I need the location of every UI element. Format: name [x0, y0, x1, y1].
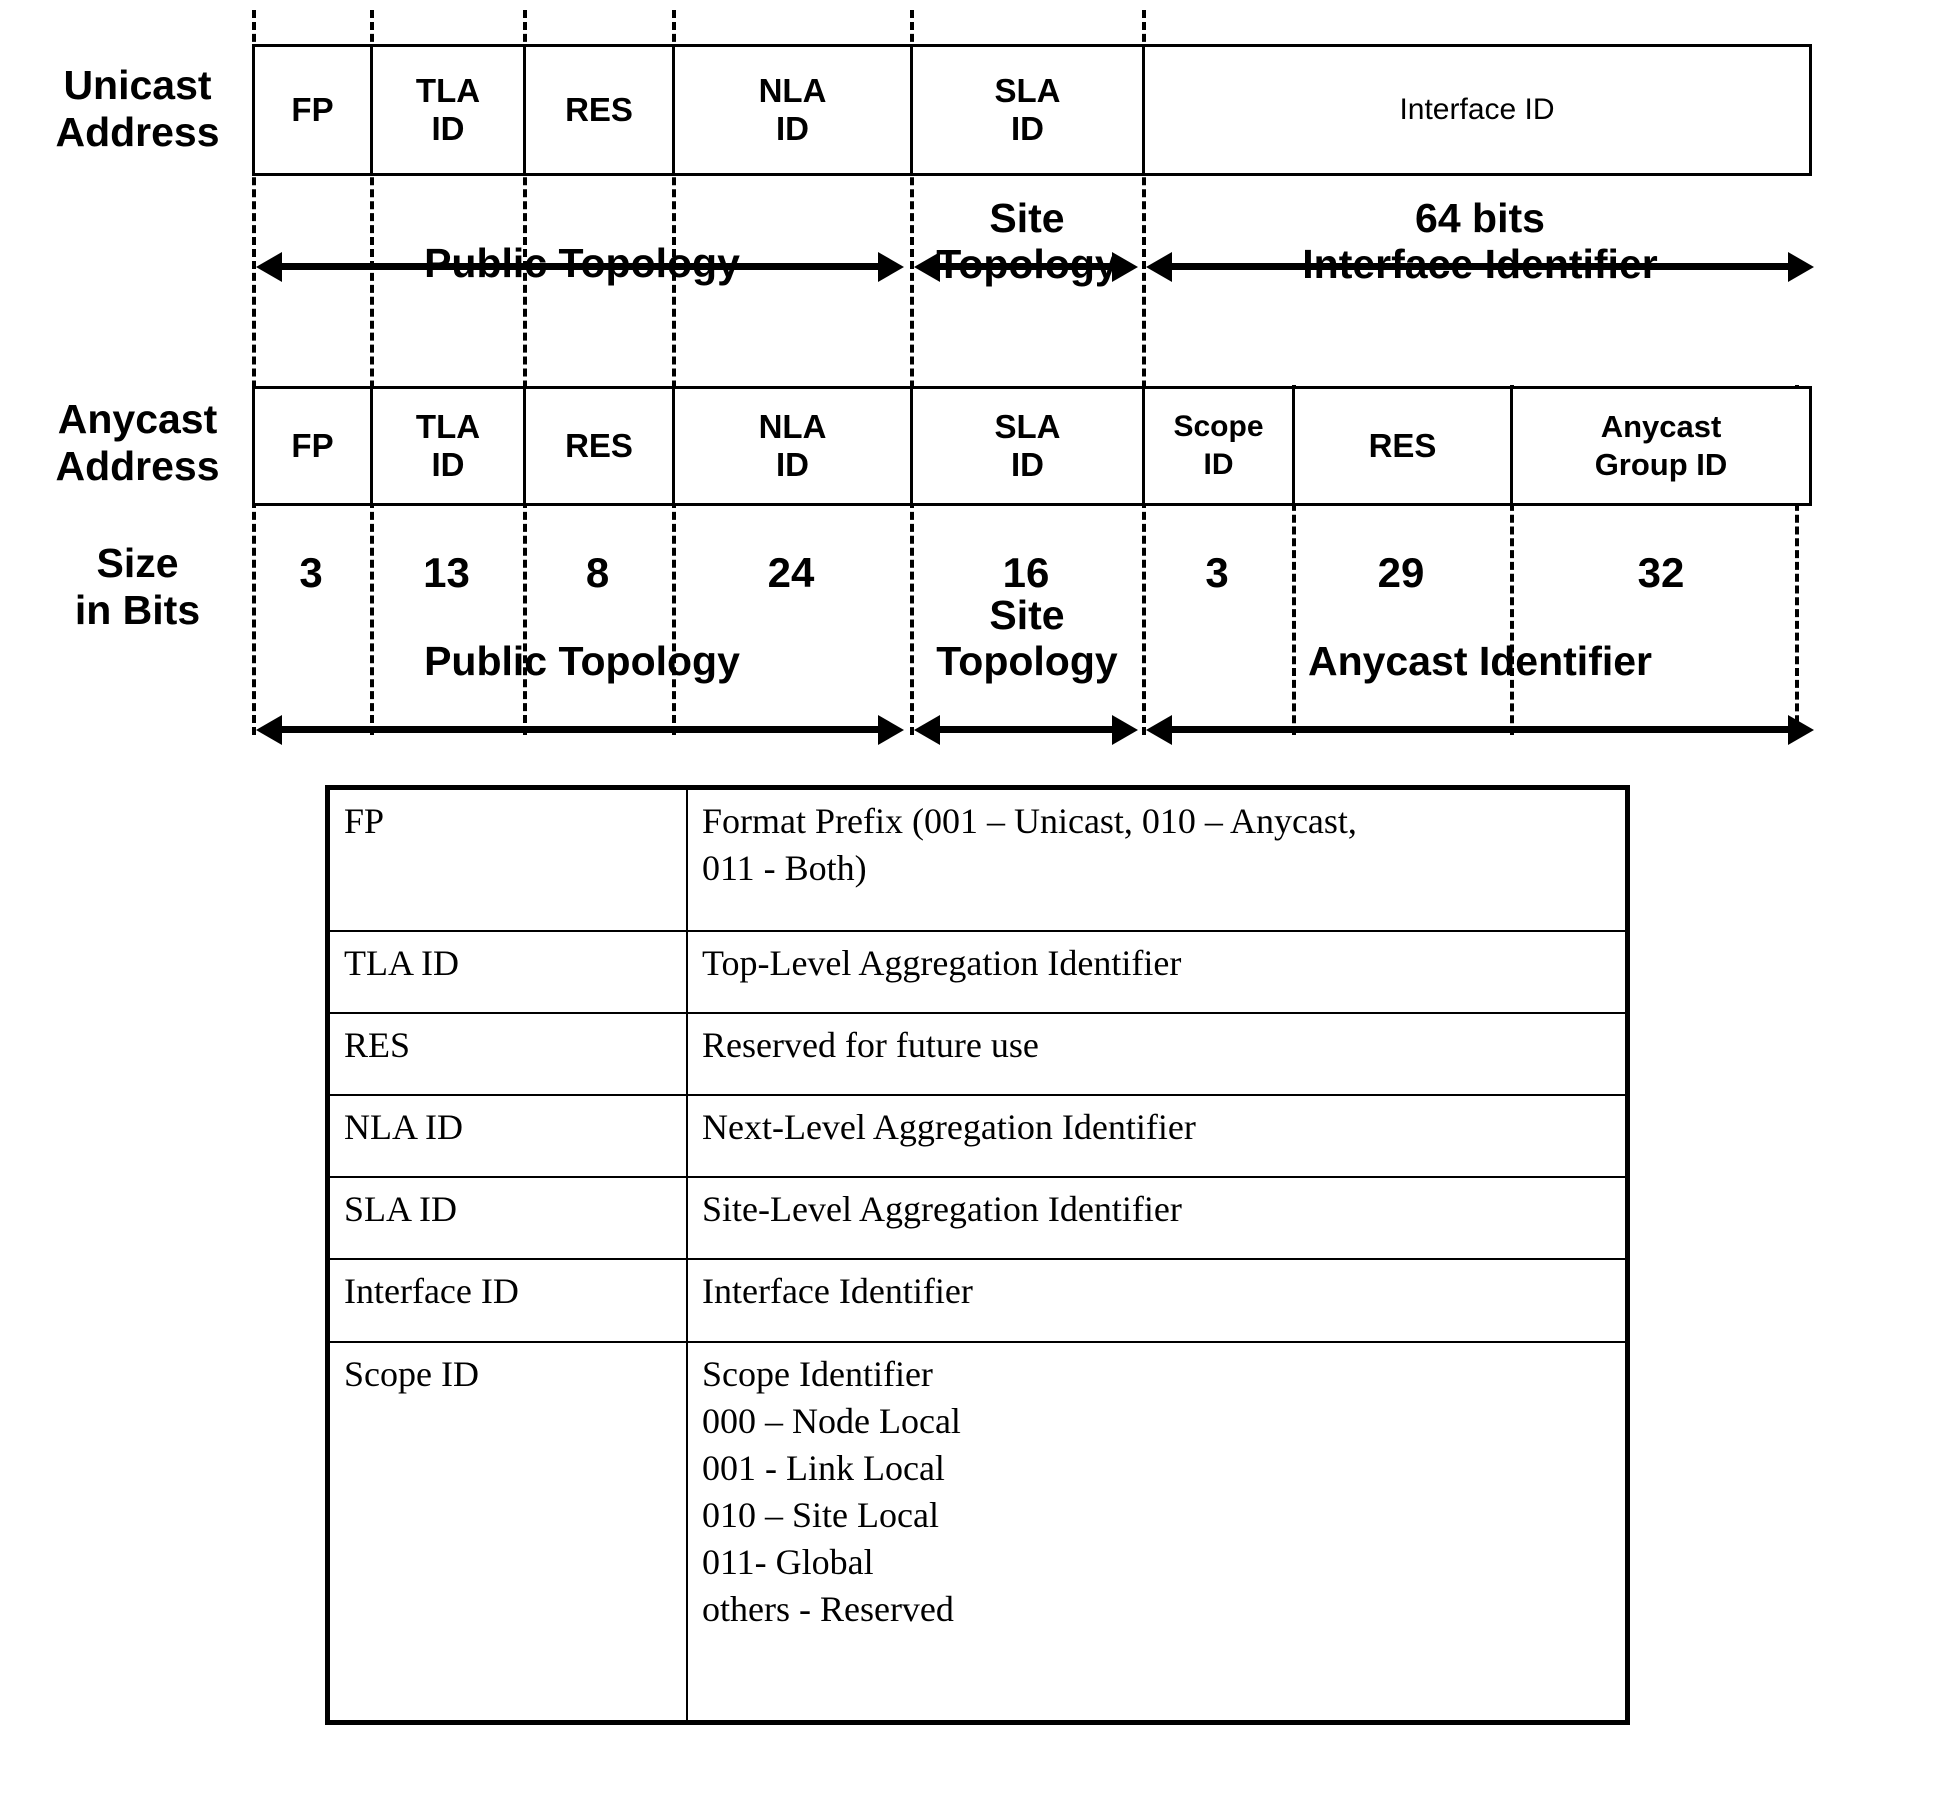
size-value-tla-id: 13	[423, 549, 470, 596]
legend-key-interface-id: Interface ID	[328, 1258, 688, 1343]
legend-row-tla-id: TLA ID Top-Level Aggregation Identifier	[328, 929, 1627, 1014]
size-value-nla-id: 24	[767, 549, 815, 596]
legend-key-res: RES	[328, 1011, 688, 1097]
legend-desc-nla-id: Next-Level Aggregation Identifier	[686, 1093, 1627, 1179]
unicast-span-arrow-site-topology	[914, 250, 1138, 284]
legend-row-interface-id: Interface ID Interface Identifier	[328, 1258, 1627, 1343]
legend-desc-fp: Format Prefix (001 – Unicast, 010 – Anyc…	[686, 788, 1627, 932]
anycast-span-label-anycast-identifier: Anycast Identifier	[1307, 638, 1653, 684]
anycast-span-arrow-anycast-identifier	[1146, 713, 1814, 747]
size-value-scope-id: 3	[1205, 549, 1229, 596]
legend-row-sla-id: SLA ID Site-Level Aggregation Identifier	[328, 1176, 1627, 1261]
anycast-span-arrow-site-topology	[914, 713, 1138, 747]
anycast-span-label-site-topology: Site Topology	[936, 592, 1118, 684]
legend-desc-scope-id: Scope Identifier 000 – Node Local 001 - …	[686, 1340, 1627, 1723]
unicast-cell-interface-id: Interface ID	[1399, 93, 1555, 126]
unicast-span-arrow-public-topology	[256, 250, 904, 284]
anycast-cell-res-2: RES	[1295, 389, 1513, 503]
arrow-head-right-icon	[878, 715, 904, 745]
legend-row-fp: FP Format Prefix (001 – Unicast, 010 – A…	[328, 788, 1627, 932]
anycast-span-label-public-topology: Public Topology	[424, 638, 740, 684]
unicast-cell-nla-id: NLA ID	[675, 47, 913, 173]
arrow-head-right-icon	[1788, 715, 1814, 745]
row-label-unicast: Unicast Address	[55, 62, 220, 155]
anycast-span-arrow-public-topology	[256, 713, 904, 747]
legend-key-tla-id: TLA ID	[328, 929, 688, 1014]
legend-desc-res: Reserved for future use	[686, 1011, 1627, 1097]
row-label-size-in-bits: Size in Bits	[74, 540, 201, 633]
arrow-shaft	[272, 726, 888, 733]
legend-row-res: RES Reserved for future use	[328, 1011, 1627, 1097]
size-value-anycast-group-id: 32	[1637, 549, 1685, 596]
legend-table: FP Format Prefix (001 – Unicast, 010 – A…	[328, 788, 1627, 1723]
arrow-shaft	[272, 263, 888, 270]
anycast-address-row: FP TLA ID RES NLA ID SLA ID Scope ID RES…	[252, 386, 1812, 506]
legend-desc-interface-id: Interface Identifier	[686, 1258, 1627, 1343]
unicast-cell-fp: FP	[255, 47, 373, 173]
unicast-span-arrow-interface-identifier	[1146, 250, 1814, 284]
anycast-cell-sla-id: SLA ID	[913, 389, 1145, 503]
legend-desc-tla-id: Top-Level Aggregation Identifier	[686, 929, 1627, 1014]
anycast-cell-scope-id: Scope ID	[1145, 389, 1295, 503]
anycast-cell-tla-id: TLA ID	[373, 389, 526, 503]
arrow-shaft	[930, 263, 1122, 270]
legend-key-fp: FP	[328, 788, 688, 932]
arrow-shaft	[1162, 726, 1798, 733]
figure-canvas: Unicast Address FP TLA ID RES NLA ID SLA…	[0, 0, 1948, 1793]
size-value-res-2: 29	[1377, 549, 1425, 596]
anycast-cell-nla-id: NLA ID	[675, 389, 913, 503]
unicast-cell-sla-id: SLA ID	[913, 47, 1145, 173]
size-value-fp: 3	[299, 549, 323, 596]
legend-row-scope-id: Scope ID Scope Identifier 000 – Node Loc…	[328, 1340, 1627, 1723]
size-value-res: 8	[585, 549, 610, 596]
arrow-head-right-icon	[1112, 715, 1138, 745]
legend-table-container: FP Format Prefix (001 – Unicast, 010 – A…	[325, 785, 1630, 1725]
row-label-anycast: Anycast Address	[55, 396, 220, 489]
arrow-head-right-icon	[878, 252, 904, 282]
legend-desc-sla-id: Site-Level Aggregation Identifier	[686, 1176, 1627, 1261]
legend-key-scope-id: Scope ID	[328, 1340, 688, 1723]
legend-key-nla-id: NLA ID	[328, 1093, 688, 1179]
legend-key-sla-id: SLA ID	[328, 1176, 688, 1261]
arrow-head-right-icon	[1788, 252, 1814, 282]
arrow-shaft	[1162, 263, 1798, 270]
anycast-cell-fp: FP	[255, 389, 373, 503]
arrow-head-right-icon	[1112, 252, 1138, 282]
legend-row-nla-id: NLA ID Next-Level Aggregation Identifier	[328, 1093, 1627, 1179]
anycast-cell-res: RES	[526, 389, 675, 503]
arrow-shaft	[930, 726, 1122, 733]
unicast-cell-res: RES	[526, 47, 675, 173]
unicast-cell-tla-id: TLA ID	[373, 47, 526, 173]
unicast-address-row: FP TLA ID RES NLA ID SLA ID Interface ID	[252, 44, 1812, 176]
anycast-cell-anycast-group-id: Anycast Group ID	[1594, 409, 1728, 482]
